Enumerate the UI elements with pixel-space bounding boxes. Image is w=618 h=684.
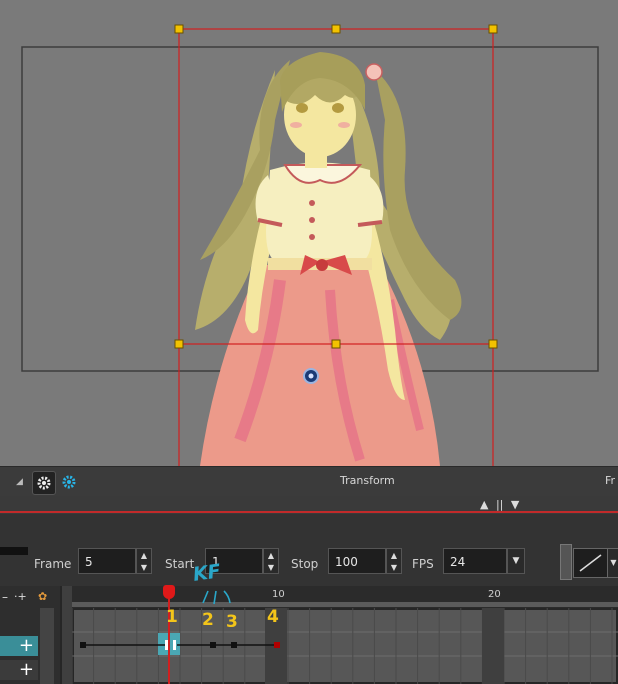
toolbar-expand-icon[interactable]: ◢ [16, 477, 23, 487]
add-layer-button[interactable]: + [0, 660, 38, 680]
panel-title-right: Fr [605, 474, 616, 487]
annotation-num-4: 4 [267, 607, 279, 627]
fps-label: FPS [412, 557, 434, 571]
start-stepper[interactable]: ▲ ▼ [263, 548, 279, 574]
character-illustration [195, 52, 462, 466]
ruler-track [72, 602, 618, 607]
frame-label: Frame [34, 557, 72, 571]
add-keyframe-icon[interactable]: ·+ [14, 590, 27, 603]
onion-skin-icon[interactable]: ✿ [38, 590, 47, 603]
ruler-tick-10: 10 [272, 589, 285, 600]
keyframe-3 [231, 642, 237, 648]
ease-dropdown[interactable]: ▼ [607, 548, 618, 578]
panel-title: Transform [340, 474, 395, 487]
start-label: Start [165, 557, 195, 571]
gear-icon[interactable] [32, 471, 56, 495]
timeline-divider[interactable] [62, 586, 72, 684]
panel-separator: ▲ || ▼ [0, 496, 618, 514]
fps-dropdown[interactable]: ▼ [507, 548, 525, 574]
collapse-up-icon[interactable]: ▲ [480, 498, 488, 511]
collapse-arrows[interactable]: ▲ || ▼ [480, 498, 538, 512]
ruler-tick-20: 20 [488, 589, 501, 600]
annotation-num-3: 3 [226, 612, 238, 632]
stop-stepper[interactable]: ▲ ▼ [386, 548, 402, 574]
keyframe-end [274, 642, 280, 648]
ease-curve-button[interactable] [573, 548, 608, 578]
fps-field[interactable]: 24 [443, 548, 507, 574]
keyframe-2 [210, 642, 216, 648]
stage-canvas[interactable] [0, 0, 618, 466]
keyframe-track[interactable] [72, 632, 618, 658]
active-panel-line [0, 511, 618, 513]
linear-ease-icon [579, 554, 602, 572]
layer-scrollbar[interactable] [40, 608, 54, 684]
playhead-handle[interactable] [163, 585, 175, 599]
frame-field[interactable]: 5 [78, 548, 136, 574]
stage-drawing [21, 24, 599, 466]
annotation-num-1: 1 [166, 607, 178, 627]
stop-field[interactable]: 100 [328, 548, 386, 574]
collapse-down-icon[interactable]: ▼ [511, 498, 519, 511]
splitter-handle[interactable] [560, 544, 572, 580]
frame-bar-edge [0, 547, 28, 555]
annotation-kf: KF [191, 560, 223, 586]
layer-controls: – ·+ ✿ + + [0, 586, 60, 684]
transform-toolbar: ◢ Transform Fr [0, 466, 618, 497]
annotation-kf-strokes [202, 590, 231, 605]
add-layer-button-selected[interactable]: + [0, 636, 38, 656]
annotation-num-2: 2 [202, 610, 214, 630]
gear-blue-icon[interactable] [58, 471, 80, 493]
keyframe-0 [80, 642, 86, 648]
stop-label: Stop [291, 557, 319, 571]
frame-stepper[interactable]: ▲ ▼ [136, 548, 152, 574]
remove-layer-icon[interactable]: – [2, 590, 8, 604]
